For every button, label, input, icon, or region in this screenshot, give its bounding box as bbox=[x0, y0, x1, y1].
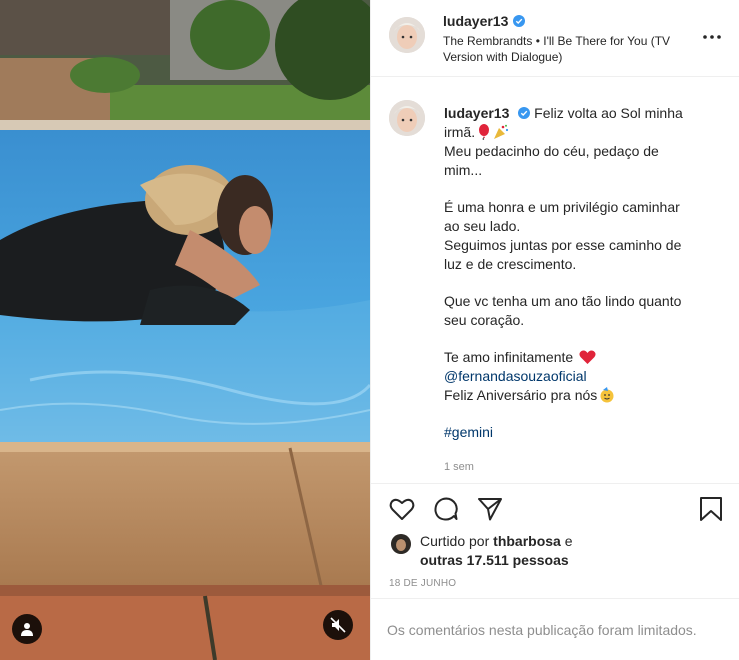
like-button[interactable] bbox=[389, 496, 415, 522]
verified-badge-icon bbox=[518, 107, 531, 119]
caption-line: Que vc tenha um ano tão lindo quanto bbox=[444, 293, 682, 309]
caption-line: ao seu lado. bbox=[444, 218, 521, 234]
party-popper-icon bbox=[494, 124, 509, 139]
caption-line: mim... bbox=[444, 162, 483, 178]
comment-icon bbox=[434, 497, 458, 521]
caption-line: seu coração. bbox=[444, 312, 525, 328]
caption-area: ludayer13 Feliz volta ao Sol minha irmã.… bbox=[371, 78, 739, 483]
more-options-icon bbox=[703, 35, 721, 39]
liked-by-others-link[interactable]: outras 17.511 pessoas bbox=[420, 552, 569, 568]
post-media[interactable] bbox=[0, 0, 370, 660]
mention-link[interactable]: @fernandasouzaoficial bbox=[444, 368, 587, 384]
liked-by-text: Curtido por thbarbosa e outras 17.511 pe… bbox=[420, 532, 640, 570]
comment-button[interactable] bbox=[433, 496, 459, 522]
video-frame bbox=[0, 0, 370, 660]
caption-line: Feliz Aniversário pra nós bbox=[444, 387, 598, 403]
caption-line: luz e de crescimento. bbox=[444, 256, 577, 272]
liked-by-prefix: Curtido por bbox=[420, 533, 490, 549]
heart-icon bbox=[389, 498, 415, 520]
post-header: ludayer13 The Rembrandts • I'll Be There… bbox=[371, 0, 739, 77]
red-heart-icon bbox=[579, 350, 596, 364]
comments-limited-text: Os comentários nesta publicação foram li… bbox=[387, 622, 697, 638]
partying-face-icon bbox=[600, 387, 614, 403]
post-username[interactable]: ludayer13 bbox=[443, 13, 508, 29]
share-icon bbox=[478, 498, 502, 521]
liked-by-user-link[interactable]: thbarbosa bbox=[493, 533, 561, 549]
header-username-row: ludayer13 bbox=[443, 13, 526, 29]
speaker-muted-icon bbox=[330, 617, 346, 633]
verified-badge-icon bbox=[513, 15, 526, 27]
avatar[interactable] bbox=[389, 17, 425, 53]
caption-line: Meu pedacinho do céu, pedaço de bbox=[444, 143, 659, 159]
caption-line: irmã. bbox=[444, 124, 476, 140]
post-caption: ludayer13 Feliz volta ao Sol minha irmã.… bbox=[444, 104, 724, 442]
caption-line: Te amo infinitamente bbox=[444, 349, 574, 365]
user-tag-icon bbox=[21, 623, 33, 636]
save-button[interactable] bbox=[698, 496, 724, 522]
profile-photo bbox=[389, 17, 425, 53]
audio-track-link[interactable]: The Rembrandts • I'll Be There for You (… bbox=[443, 33, 703, 65]
avatar[interactable] bbox=[391, 534, 411, 554]
post-details-panel: ludayer13 The Rembrandts • I'll Be There… bbox=[370, 0, 739, 660]
post-date[interactable]: 18 DE JUNHO bbox=[389, 578, 456, 589]
tagged-users-button[interactable] bbox=[12, 614, 42, 644]
balloon-icon bbox=[479, 124, 490, 140]
caption-line: Feliz volta ao Sol minha bbox=[534, 105, 683, 121]
caption-line: Seguimos juntas por esse caminho de bbox=[444, 237, 682, 253]
more-options-button[interactable] bbox=[701, 27, 723, 45]
action-bar bbox=[371, 483, 739, 535]
avatar[interactable] bbox=[389, 100, 425, 136]
caption-username[interactable]: ludayer13 bbox=[444, 105, 509, 121]
profile-photo bbox=[389, 100, 425, 136]
share-button[interactable] bbox=[477, 496, 503, 522]
caption-line: É uma honra e um privilégio caminhar bbox=[444, 199, 680, 215]
post-time-ago[interactable]: 1 sem bbox=[444, 461, 474, 473]
hashtag-link[interactable]: #gemini bbox=[444, 424, 493, 440]
bookmark-icon bbox=[700, 497, 722, 521]
liker-photo bbox=[391, 534, 411, 554]
comments-limited-notice: Os comentários nesta publicação foram li… bbox=[371, 598, 739, 660]
liked-by-and: e bbox=[564, 533, 573, 549]
mute-toggle-button[interactable] bbox=[323, 610, 353, 640]
